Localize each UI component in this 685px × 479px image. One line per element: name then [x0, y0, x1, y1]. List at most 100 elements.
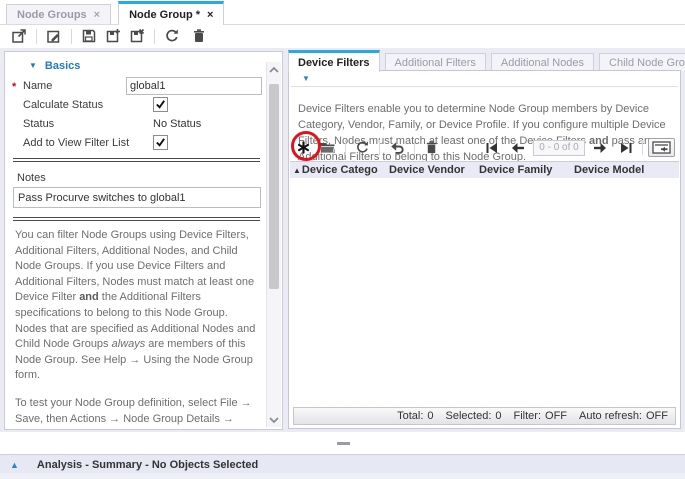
expand-analysis-icon[interactable]: ▲	[10, 460, 19, 470]
scroll-up-button[interactable]	[267, 62, 281, 76]
folder-icon	[319, 140, 336, 155]
first-page-icon	[485, 142, 498, 154]
analysis-bar[interactable]: ▲ Analysis - Summary - No Objects Select…	[0, 454, 685, 474]
help-paragraph-2: To test your Node Group definition, sele…	[15, 396, 260, 430]
table-status-bar: Total:0 Selected:0 Filter:OFF Auto refre…	[293, 407, 676, 425]
close-icon[interactable]: ×	[207, 9, 213, 21]
vertical-scrollbar[interactable]	[266, 62, 281, 427]
collapse-icon[interactable]: ▼	[29, 62, 37, 70]
application-window: Node Groups × Node Group * ×	[0, 0, 685, 479]
restore-panel-button[interactable]	[648, 138, 675, 157]
save-and-new-icon	[105, 28, 121, 44]
next-page-button[interactable]	[592, 141, 608, 155]
divider	[291, 86, 678, 87]
delete-button[interactable]	[190, 27, 208, 45]
add-to-view-filter-label: Add to View Filter List	[11, 137, 153, 149]
arrow-left-icon	[511, 142, 525, 154]
name-input[interactable]	[126, 77, 262, 95]
splitter-handle[interactable]	[337, 442, 350, 445]
restore-panel-icon	[652, 141, 671, 154]
calculate-status-checkbox[interactable]	[153, 97, 168, 112]
add-to-view-filter-checkbox[interactable]	[153, 135, 168, 150]
refresh-table-button[interactable]	[354, 139, 371, 156]
basics-section-header[interactable]: ▼ Basics	[11, 56, 262, 76]
save-and-close-button[interactable]	[128, 27, 146, 45]
table-header-row: ▲ Device Catego Device Vendor Device Fam…	[290, 161, 679, 179]
column-header-device-category[interactable]: ▲ Device Catego	[290, 164, 386, 176]
filters-tab-strip: Device Filters Additional Filters Additi…	[288, 49, 681, 71]
toolbar-separator	[414, 140, 415, 155]
save-and-new-button[interactable]	[104, 27, 122, 45]
undo-arrow-icon	[389, 141, 405, 155]
pagination-range-input[interactable]	[533, 140, 585, 156]
tab-node-groups[interactable]: Node Groups ×	[6, 4, 111, 24]
selected-count: Selected:0	[446, 410, 502, 422]
open-in-new-window-icon	[11, 28, 27, 44]
add-to-view-filter-row: Add to View Filter List	[11, 133, 262, 152]
tab-node-group-label: Node Group *	[129, 9, 200, 21]
tab-device-filters[interactable]: Device Filters	[288, 50, 380, 72]
tab-additional-filters[interactable]: Additional Filters	[385, 53, 486, 71]
scroll-down-button[interactable]	[267, 413, 281, 427]
edit-button[interactable]	[45, 27, 63, 45]
toolbar-separator	[154, 29, 155, 44]
refresh-button[interactable]	[163, 27, 181, 45]
last-page-icon	[620, 142, 633, 154]
status-value: No Status	[153, 118, 201, 130]
node-group-form-panel: ▼ Basics * Name Calculate Status	[4, 51, 283, 430]
table-toolbar	[292, 135, 675, 160]
edit-icon	[46, 28, 62, 44]
auto-refresh-status: Auto refresh:OFF	[579, 410, 668, 422]
refresh-icon	[164, 28, 180, 44]
trash-icon	[424, 140, 439, 155]
collapse-description-icon[interactable]: ▼	[302, 74, 310, 83]
name-field-row: * Name	[11, 76, 262, 95]
save-icon	[81, 28, 97, 44]
save-button[interactable]	[80, 27, 98, 45]
tab-additional-nodes[interactable]: Additional Nodes	[491, 53, 594, 71]
column-header-device-vendor[interactable]: Device Vendor	[386, 164, 476, 176]
chevron-down-icon	[269, 417, 279, 424]
status-label: Status	[11, 118, 153, 130]
undo-button[interactable]	[388, 140, 406, 156]
filter-status: Filter:OFF	[514, 410, 568, 422]
sort-ascending-icon: ▲	[293, 166, 301, 175]
toolbar-separator	[345, 140, 346, 155]
analysis-bar-label: Analysis - Summary - No Objects Selected	[37, 459, 258, 471]
checkmark-icon	[155, 137, 166, 148]
last-page-button[interactable]	[619, 141, 634, 155]
main-area: ▼ Basics * Name Calculate Status	[0, 48, 685, 432]
new-item-asterisk-icon	[296, 140, 311, 155]
column-header-device-family[interactable]: Device Family	[476, 164, 571, 176]
close-icon[interactable]: ×	[94, 9, 100, 21]
table-body-empty[interactable]	[290, 178, 679, 404]
toolbar-separator	[642, 140, 643, 155]
trash-icon	[191, 28, 207, 44]
delete-row-button[interactable]	[423, 139, 440, 156]
open-in-new-window-button[interactable]	[10, 27, 28, 45]
new-device-filter-button[interactable]	[295, 139, 312, 156]
notes-input[interactable]	[13, 187, 261, 208]
first-page-button[interactable]	[484, 141, 499, 155]
bottom-strip	[0, 473, 685, 479]
section-divider	[13, 158, 260, 162]
basics-section-title: Basics	[45, 60, 80, 72]
open-button[interactable]	[318, 139, 337, 156]
tab-node-groups-label: Node Groups	[17, 9, 87, 21]
total-count: Total:0	[397, 410, 433, 422]
column-header-device-model[interactable]: Device Model	[571, 164, 679, 176]
toolbar-separator	[71, 29, 72, 44]
required-marker: *	[12, 81, 16, 93]
toolbar-separator	[36, 29, 37, 44]
tab-node-group[interactable]: Node Group * ×	[118, 1, 224, 25]
scrollbar-thumb[interactable]	[269, 84, 279, 289]
calculate-status-label: Calculate Status	[11, 99, 153, 111]
previous-page-button[interactable]	[510, 141, 526, 155]
form-toolbar	[0, 25, 685, 47]
tab-child-node-groups[interactable]: Child Node Groups	[599, 53, 685, 71]
window-tab-strip: Node Groups × Node Group * ×	[0, 0, 685, 25]
chevron-up-icon	[269, 66, 279, 73]
section-divider	[13, 217, 260, 221]
status-row: Status No Status	[11, 114, 262, 133]
arrow-right-icon	[593, 142, 607, 154]
